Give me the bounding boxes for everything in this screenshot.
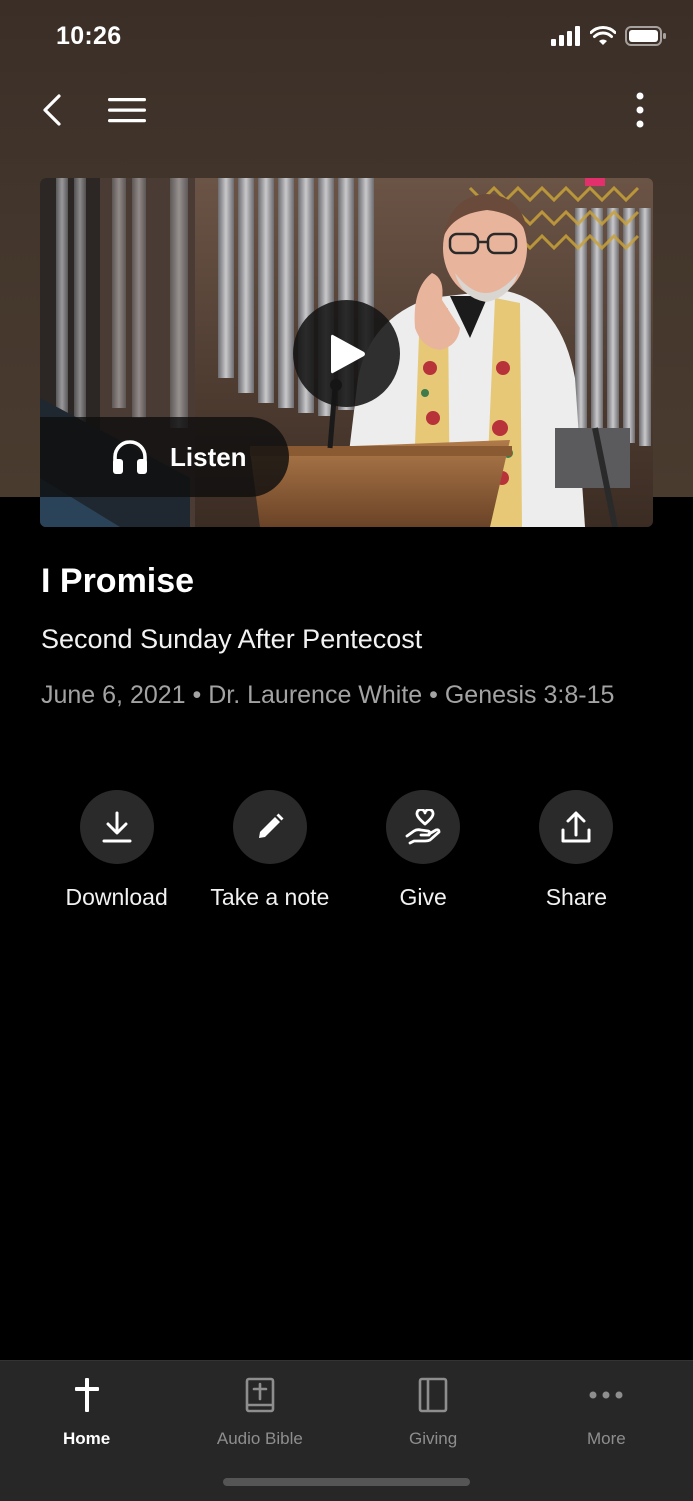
vertical-dots-icon (636, 92, 644, 128)
give-button[interactable]: Give (347, 790, 500, 911)
give-label: Give (399, 884, 447, 910)
sermon-title: I Promise (41, 562, 195, 600)
hamburger-menu-icon (108, 98, 146, 123)
home-indicator (223, 1478, 470, 1486)
status-time: 10:26 (56, 22, 122, 50)
tab-audio-bible[interactable]: Audio Bible (173, 1361, 346, 1461)
download-button[interactable]: Download (40, 790, 193, 911)
share-label: Share (545, 884, 608, 910)
share-icon (561, 811, 591, 843)
status-icons (551, 26, 667, 46)
download-circle (79, 790, 154, 864)
tab-home[interactable]: Home (0, 1361, 173, 1461)
take-note-label: Take a note (210, 884, 330, 910)
pencil-icon (258, 813, 284, 838)
tab-home-label: Home (63, 1429, 111, 1448)
chevron-left-icon (43, 94, 61, 126)
take-note-circle (232, 790, 307, 864)
menu-button[interactable] (102, 82, 152, 138)
tab-more[interactable]: More (520, 1361, 693, 1461)
status-bar: 10:26 (0, 0, 693, 78)
battery-icon (625, 26, 666, 46)
sermon-video-thumbnail[interactable]: Listen (40, 178, 653, 527)
headphones-icon (113, 440, 147, 474)
tab-giving-label: Giving (409, 1429, 458, 1448)
download-label: Download (65, 884, 168, 910)
download-icon (102, 811, 132, 843)
tab-more-label: More (587, 1429, 626, 1448)
play-icon (330, 334, 365, 373)
give-circle (386, 790, 461, 864)
tab-audio-bible-label: Audio Bible (216, 1429, 303, 1448)
horizontal-dots-icon (589, 1391, 623, 1399)
tab-giving[interactable]: Giving (347, 1361, 520, 1461)
wifi-icon (590, 26, 616, 45)
back-button[interactable] (28, 82, 76, 138)
sermon-subtitle: Second Sunday After Pentecost (41, 624, 423, 654)
take-note-button[interactable]: Take a note (193, 790, 346, 911)
sermon-meta: June 6, 2021 • Dr. Laurence White • Gene… (41, 681, 615, 709)
nav-bar (0, 82, 693, 138)
bible-icon (245, 1377, 275, 1413)
heart-hand-icon (405, 809, 441, 845)
action-row: Download Take a note Give Share (40, 790, 653, 911)
book-icon (418, 1377, 448, 1413)
play-button[interactable] (293, 300, 400, 407)
cross-icon (74, 1378, 99, 1412)
bottom-tab-bar: Home Audio Bible Giving More (0, 1360, 693, 1501)
share-button[interactable]: Share (500, 790, 653, 911)
share-circle (539, 790, 614, 864)
cellular-signal-icon (551, 26, 580, 46)
more-options-button[interactable] (620, 82, 660, 138)
listen-button[interactable]: Listen (40, 417, 289, 497)
listen-label: Listen (170, 441, 247, 472)
